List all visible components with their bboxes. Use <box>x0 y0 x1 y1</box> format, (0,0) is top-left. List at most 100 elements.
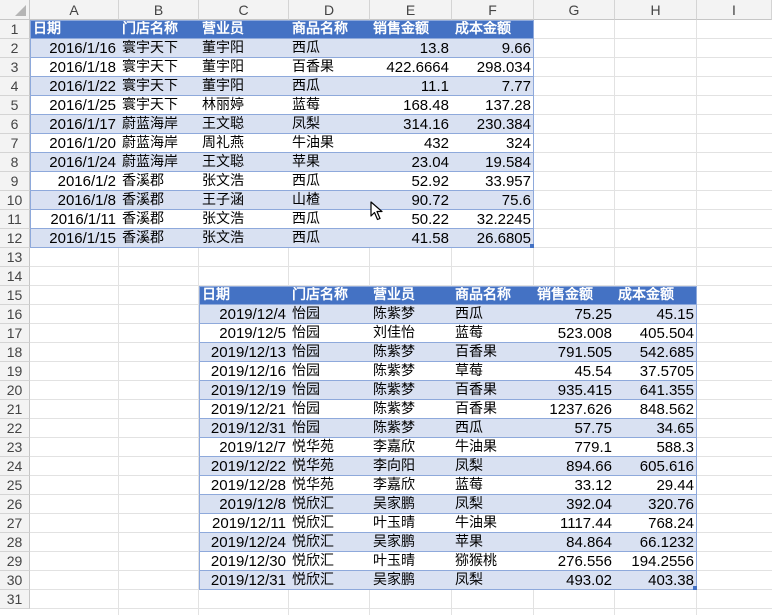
table2-cell[interactable]: 1237.626 <box>534 400 615 419</box>
table1-cell[interactable]: 张文浩 <box>199 229 289 248</box>
table2-cell[interactable]: 怡园 <box>289 419 370 438</box>
row-header-10[interactable]: 10 <box>0 191 30 210</box>
table2-header-cell[interactable]: 成本金额 <box>615 286 697 305</box>
table1-cell[interactable]: 2016/1/20 <box>30 134 119 153</box>
table1-cell[interactable]: 75.6 <box>452 191 534 210</box>
table1-cell[interactable]: 2016/1/25 <box>30 96 119 115</box>
table1-cell[interactable]: 林丽婷 <box>199 96 289 115</box>
table1-cell[interactable]: 13.8 <box>370 39 452 58</box>
table1-header-cell[interactable]: 销售金额 <box>370 20 452 39</box>
column-header-b[interactable]: B <box>119 0 199 20</box>
table1-cell[interactable]: 西瓜 <box>289 229 370 248</box>
table1-cell[interactable]: 432 <box>370 134 452 153</box>
table2-cell[interactable]: 935.415 <box>534 381 615 400</box>
table2-header-cell[interactable]: 门店名称 <box>289 286 370 305</box>
table1-cell[interactable]: 蔚蓝海岸 <box>119 134 199 153</box>
table1-cell[interactable]: 2016/1/15 <box>30 229 119 248</box>
table1-cell[interactable]: 牛油果 <box>289 134 370 153</box>
row-header-24[interactable]: 24 <box>0 457 30 476</box>
row-header-14[interactable]: 14 <box>0 267 30 286</box>
table2-cell[interactable]: 陈紫梦 <box>370 381 452 400</box>
table2-cell[interactable]: 276.556 <box>534 552 615 571</box>
table2-cell[interactable]: 33.12 <box>534 476 615 495</box>
table1-header-cell[interactable]: 门店名称 <box>119 20 199 39</box>
row-header-6[interactable]: 6 <box>0 115 30 134</box>
table2-cell[interactable]: 605.616 <box>615 457 697 476</box>
table1-cell[interactable]: 西瓜 <box>289 39 370 58</box>
table2-cell[interactable]: 陈紫梦 <box>370 343 452 362</box>
table1-header-cell[interactable]: 营业员 <box>199 20 289 39</box>
table2-cell[interactable]: 542.685 <box>615 343 697 362</box>
table2-cell[interactable]: 84.864 <box>534 533 615 552</box>
table2-cell[interactable]: 悦华苑 <box>289 476 370 495</box>
row-header-1[interactable]: 1 <box>0 20 30 39</box>
row-header-15[interactable]: 15 <box>0 286 30 305</box>
table1-cell[interactable]: 西瓜 <box>289 210 370 229</box>
table1-cell[interactable]: 蔚蓝海岸 <box>119 153 199 172</box>
table1-cell[interactable]: 香溪郡 <box>119 172 199 191</box>
table2-cell[interactable]: 66.1232 <box>615 533 697 552</box>
table1-cell[interactable]: 324 <box>452 134 534 153</box>
table2-header-cell[interactable]: 营业员 <box>370 286 452 305</box>
table1-cell[interactable]: 33.957 <box>452 172 534 191</box>
table1-resize-handle[interactable] <box>530 244 534 248</box>
table2-header-cell[interactable]: 销售金额 <box>534 286 615 305</box>
row-header-9[interactable]: 9 <box>0 172 30 191</box>
table2-cell[interactable]: 叶玉晴 <box>370 552 452 571</box>
table1-cell[interactable]: 9.66 <box>452 39 534 58</box>
row-header-23[interactable]: 23 <box>0 438 30 457</box>
table2-cell[interactable]: 李嘉欣 <box>370 476 452 495</box>
table2-cell[interactable]: 陈紫梦 <box>370 419 452 438</box>
table2-cell[interactable]: 悦欣汇 <box>289 495 370 514</box>
table2-cell[interactable]: 牛油果 <box>452 438 534 457</box>
table2-cell[interactable]: 45.15 <box>615 305 697 324</box>
table2-resize-handle[interactable] <box>693 586 697 590</box>
table2-cell[interactable]: 894.66 <box>534 457 615 476</box>
table1-cell[interactable]: 董宇阳 <box>199 39 289 58</box>
row-header-4[interactable]: 4 <box>0 77 30 96</box>
table1-cell[interactable]: 2016/1/18 <box>30 58 119 77</box>
row-header-26[interactable]: 26 <box>0 495 30 514</box>
row-header-17[interactable]: 17 <box>0 324 30 343</box>
table2-cell[interactable]: 2019/12/22 <box>199 457 289 476</box>
table2-cell[interactable]: 悦华苑 <box>289 438 370 457</box>
table2-cell[interactable]: 848.562 <box>615 400 697 419</box>
table2-cell[interactable]: 百香果 <box>452 343 534 362</box>
row-header-20[interactable]: 20 <box>0 381 30 400</box>
table2-cell[interactable]: 2019/12/19 <box>199 381 289 400</box>
row-header-16[interactable]: 16 <box>0 305 30 324</box>
table1-cell[interactable]: 2016/1/17 <box>30 115 119 134</box>
column-header-e[interactable]: E <box>370 0 452 20</box>
table2-cell[interactable]: 苹果 <box>452 533 534 552</box>
table2-cell[interactable]: 405.504 <box>615 324 697 343</box>
table1-cell[interactable]: 298.034 <box>452 58 534 77</box>
table2-cell[interactable]: 刘佳怡 <box>370 324 452 343</box>
row-header-11[interactable]: 11 <box>0 210 30 229</box>
table1-cell[interactable]: 137.28 <box>452 96 534 115</box>
table2-cell[interactable]: 2019/12/4 <box>199 305 289 324</box>
table2-cell[interactable]: 百香果 <box>452 381 534 400</box>
table1-cell[interactable]: 2016/1/8 <box>30 191 119 210</box>
table2-cell[interactable]: 悦欣汇 <box>289 552 370 571</box>
table2-cell[interactable]: 2019/12/21 <box>199 400 289 419</box>
table1-cell[interactable]: 西瓜 <box>289 172 370 191</box>
spreadsheet[interactable]: 日期 门店名称 营业员 商品名称 销售金额 成本金额 2016/1/16 寰宇天下 董宇阳 西瓜 1… <box>0 0 772 615</box>
table2-cell[interactable]: 2019/12/7 <box>199 438 289 457</box>
column-header-d[interactable]: D <box>289 0 370 20</box>
table2-cell[interactable]: 叶玉晴 <box>370 514 452 533</box>
row-header-18[interactable]: 18 <box>0 343 30 362</box>
table1-cell[interactable]: 百香果 <box>289 58 370 77</box>
table1-cell[interactable]: 41.58 <box>370 229 452 248</box>
row-header-31[interactable]: 31 <box>0 590 30 609</box>
table1-cell[interactable]: 凤梨 <box>289 115 370 134</box>
table2-cell[interactable]: 悦华苑 <box>289 457 370 476</box>
table2-cell[interactable]: 吴家鹏 <box>370 571 452 590</box>
table2-cell[interactable]: 779.1 <box>534 438 615 457</box>
table2-cell[interactable]: 陈紫梦 <box>370 362 452 381</box>
column-header-g[interactable]: G <box>534 0 615 20</box>
table1-cell[interactable]: 26.6805 <box>452 229 534 248</box>
table1-cell[interactable]: 2016/1/2 <box>30 172 119 191</box>
table2-cell[interactable]: 2019/12/24 <box>199 533 289 552</box>
table2-cell[interactable]: 2019/12/5 <box>199 324 289 343</box>
table2-cell[interactable]: 陈紫梦 <box>370 400 452 419</box>
